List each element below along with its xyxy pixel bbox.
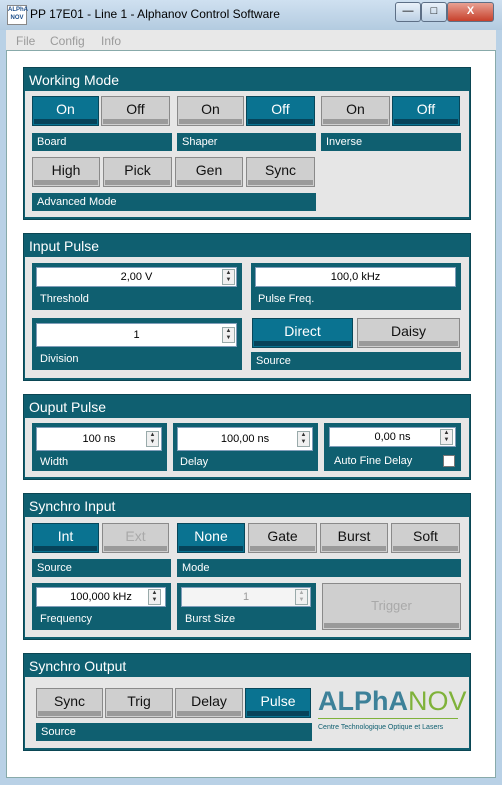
burst-size-input: 1: [181, 587, 311, 607]
sync-mode-label: Mode: [177, 559, 461, 577]
inverse-on-button[interactable]: On: [321, 96, 390, 126]
advanced-pick-button[interactable]: Pick: [103, 157, 172, 187]
shaper-off-button[interactable]: Off: [246, 96, 315, 126]
advanced-high-button[interactable]: High: [32, 157, 100, 187]
fine-delay-spinner[interactable]: ▲ ▼: [440, 429, 453, 445]
frequency-label: Frequency: [40, 613, 92, 625]
synchro-input-title: Synchro Input: [29, 498, 116, 514]
mode-gate-button[interactable]: Gate: [248, 523, 317, 553]
advanced-mode-label: Advanced Mode: [32, 193, 316, 211]
input-pulse-title: Input Pulse: [29, 238, 100, 254]
input-source-label: Source: [251, 352, 461, 370]
board-off-button[interactable]: Off: [101, 96, 170, 126]
pulse-freq-label: Pulse Freq.: [258, 293, 315, 305]
logo-alpha-text: ALPhA: [318, 686, 408, 716]
source-daisy-button[interactable]: Daisy: [357, 318, 460, 348]
division-spinner[interactable]: ▲ ▼: [222, 327, 235, 343]
auto-fine-delay-checkbox[interactable]: [443, 455, 455, 467]
mode-soft-button[interactable]: Soft: [391, 523, 460, 553]
maximize-button[interactable]: □: [421, 2, 447, 22]
source-direct-button[interactable]: Direct: [252, 318, 353, 348]
mode-burst-button[interactable]: Burst: [320, 523, 388, 553]
inverse-label: Inverse: [321, 133, 461, 151]
window-title: PP 17E01 - Line 1 - Alphanov Control Sof…: [30, 7, 280, 21]
advanced-gen-button[interactable]: Gen: [175, 157, 243, 187]
burst-size-label: Burst Size: [185, 613, 236, 625]
width-label: Width: [40, 456, 69, 468]
output-trig-button[interactable]: Trig: [105, 688, 173, 718]
threshold-spinner[interactable]: ▲ ▼: [222, 269, 235, 285]
sync-source-ext-button: Ext: [102, 523, 169, 553]
trigger-button: Trigger: [322, 583, 461, 630]
menu-file[interactable]: File: [16, 34, 35, 48]
auto-fine-delay-label: Auto Fine Delay: [334, 455, 413, 467]
minimize-button[interactable]: —: [395, 2, 421, 22]
output-pulse-button[interactable]: Pulse: [245, 688, 311, 718]
frequency-spinner[interactable]: ▲ ▼: [148, 589, 161, 605]
fine-delay-input[interactable]: 0,00 ns: [329, 427, 456, 447]
delay-spinner[interactable]: ▲ ▼: [297, 431, 310, 447]
synchro-output-title: Synchro Output: [29, 658, 127, 674]
alphanov-logo: ALPhANOV: [318, 686, 467, 717]
logo-nov-text: NOV: [408, 686, 467, 716]
threshold-input[interactable]: 2,00 V: [36, 267, 237, 287]
output-source-label: Source: [36, 723, 312, 741]
pulse-freq-display: 100,0 kHz: [255, 267, 456, 287]
mode-none-button[interactable]: None: [177, 523, 245, 553]
frequency-input[interactable]: 100,000 kHz: [36, 587, 166, 607]
board-on-button[interactable]: On: [32, 96, 99, 126]
burst-size-spinner: ▲ ▼: [295, 589, 308, 605]
advanced-sync-button[interactable]: Sync: [246, 157, 315, 187]
logo-tagline: Centre Technologique Optique et Lasers: [318, 724, 444, 731]
sync-source-label: Source: [32, 559, 171, 577]
sync-source-int-button[interactable]: Int: [32, 523, 99, 553]
close-button[interactable]: X: [447, 2, 494, 22]
inverse-off-button[interactable]: Off: [392, 96, 460, 126]
menu-info[interactable]: Info: [101, 34, 121, 48]
board-label: Board: [32, 133, 172, 151]
delay-label: Delay: [180, 456, 209, 468]
output-pulse-title: Ouput Pulse: [29, 399, 107, 415]
app-icon: ALPhA NOV: [7, 5, 28, 25]
width-input[interactable]: 100 ns: [36, 427, 162, 451]
output-sync-button[interactable]: Sync: [36, 688, 103, 718]
delay-input[interactable]: 100,00 ns: [177, 427, 313, 451]
width-spinner[interactable]: ▲ ▼: [146, 431, 159, 447]
division-label: Division: [40, 353, 79, 365]
menu-config[interactable]: Config: [50, 34, 85, 48]
division-input[interactable]: 1: [36, 323, 237, 347]
shaper-label: Shaper: [177, 133, 316, 151]
threshold-label: Threshold: [40, 293, 89, 305]
output-delay-button[interactable]: Delay: [175, 688, 243, 718]
working-mode-title: Working Mode: [29, 72, 120, 88]
shaper-on-button[interactable]: On: [177, 96, 244, 126]
logo-underline: [318, 718, 458, 719]
